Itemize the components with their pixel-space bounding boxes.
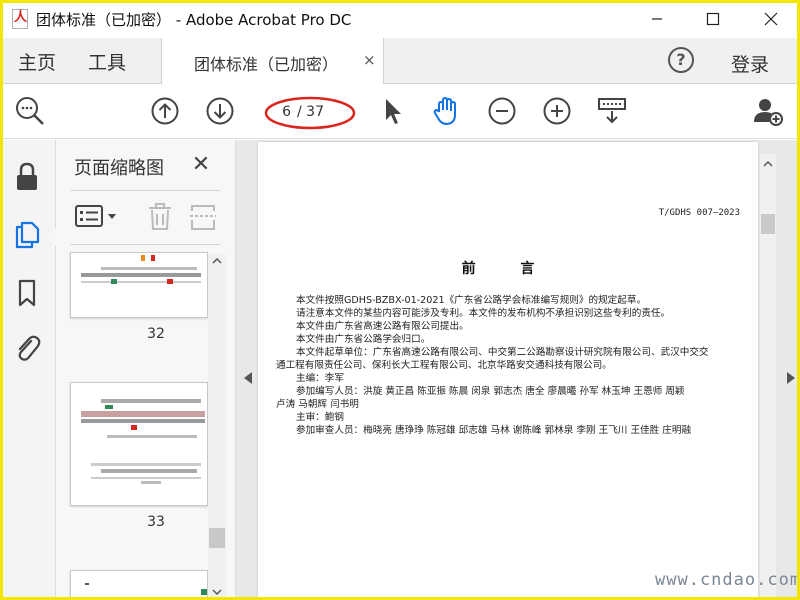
thumbnail-preview	[81, 399, 205, 484]
scroll-thumb	[209, 528, 225, 548]
page-thumbnail[interactable]	[70, 252, 208, 318]
maximize-button[interactable]	[690, 0, 736, 38]
zoom-search-icon[interactable]	[14, 95, 46, 127]
trash-icon[interactable]	[146, 202, 174, 236]
lock-icon[interactable]	[12, 162, 42, 192]
body-paragraph: 主编：李军	[296, 373, 344, 384]
tab-tools[interactable]: 工具	[88, 48, 126, 75]
active-panel-indicator	[47, 228, 56, 246]
acrobat-app-icon: 人	[10, 8, 32, 30]
attachment-icon[interactable]	[12, 333, 42, 363]
collapse-left-panel-icon[interactable]	[244, 372, 252, 384]
document-view[interactable]: T/GDHS 007—2023 前 言 本文件按照GDHS-BZBX-01-20…	[236, 140, 800, 600]
panel-tools	[70, 200, 220, 234]
body-paragraph: 参加编写人员：洪旋 黄正昌 陈亚振 陈晨 闵泉 郭志杰 唐全 廖晨曦 孙军 林玉…	[296, 386, 685, 397]
close-icon	[764, 12, 778, 26]
pdf-page: T/GDHS 007—2023 前 言 本文件按照GDHS-BZBX-01-20…	[258, 142, 758, 600]
share-user-icon[interactable]	[752, 95, 784, 127]
thumbnail-preview	[85, 583, 207, 595]
select-cursor-icon[interactable]	[376, 95, 408, 127]
zoom-out-icon[interactable]	[486, 95, 518, 127]
thumbnail-panel: 页面缩略图 ✕ 32 33	[56, 140, 236, 600]
maximize-icon	[706, 12, 720, 26]
body-paragraph: 主审：鲍钢	[296, 412, 344, 423]
page-thumbnail[interactable]	[70, 570, 208, 600]
body-paragraph: 本文件按照GDHS-BZBX-01-2021《广东省公路学会标准编写规则》的规定…	[296, 295, 647, 306]
thumbnail-page-number: 32	[147, 326, 165, 342]
crop-pages-icon[interactable]	[188, 202, 218, 236]
panel-divider	[70, 190, 220, 191]
body-paragraph: 卢涛 马朝辉 闫书明	[276, 399, 359, 410]
body-paragraph: 通工程有限责任公司、保利长大工程有限公司、北京华路安交通科技有限公司。	[276, 360, 612, 371]
panel-divider	[70, 244, 220, 245]
page-up-icon[interactable]	[149, 95, 181, 127]
watermark-text: www.cndao.com	[655, 570, 800, 590]
standard-number: T/GDHS 007—2023	[658, 208, 740, 218]
scroll-mode-icon[interactable]	[596, 95, 628, 127]
tab-home[interactable]: 主页	[18, 48, 56, 75]
toolbar: / 37	[0, 85, 800, 139]
thumbnail-page-number: 33	[147, 514, 165, 530]
thumbnail-scrollbar[interactable]	[208, 254, 226, 600]
window-title: 团体标准（已加密） - Adobe Acrobat Pro DC	[36, 10, 352, 29]
collapse-right-panel-icon[interactable]	[787, 372, 795, 384]
help-button[interactable]: ?	[668, 47, 694, 73]
scroll-up-icon	[212, 257, 222, 264]
page-thumbnail[interactable]	[70, 382, 208, 506]
hand-tool-icon[interactable]	[430, 95, 462, 127]
body-paragraph: 本文件起草单位：广东省高速公路有限公司、中交第二公路勘察设计研究院有限公司、武汉…	[296, 347, 709, 358]
left-rail	[0, 140, 56, 600]
login-button[interactable]: 登录	[731, 50, 769, 77]
body-paragraph: 参加审查人员：梅晓亮 唐琤琤 陈冠雄 邱志雄 马林 谢陈峰 郭林泉 李刚 王飞川…	[296, 425, 692, 436]
scroll-thumb[interactable]	[761, 214, 775, 234]
tab-document[interactable]: 团体标准（已加密） ×	[161, 38, 384, 84]
minimize-icon	[652, 18, 662, 20]
close-tab-button[interactable]: ×	[363, 51, 376, 69]
section-heading: 前 言	[461, 261, 555, 277]
tab-bar: 主页 工具 团体标准（已加密） × ? 登录	[0, 38, 800, 84]
thumbnail-options-icon[interactable]	[74, 204, 120, 234]
page-navigator: / 37	[267, 98, 357, 126]
title-bar: 人 团体标准（已加密） - Adobe Acrobat Pro DC	[0, 0, 800, 38]
scroll-up-icon	[763, 160, 773, 167]
document-tab-label: 团体标准（已加密）	[194, 55, 339, 74]
body-paragraph: 本文件由广东省公路学会归口。	[296, 334, 431, 345]
current-page-input[interactable]	[267, 101, 291, 123]
page-down-icon[interactable]	[204, 95, 236, 127]
panel-title: 页面缩略图	[74, 158, 164, 179]
document-scrollbar[interactable]	[760, 154, 776, 600]
page-thumbnails-icon[interactable]	[12, 220, 42, 250]
thumbnail-preview	[81, 255, 201, 284]
body-paragraph: 本文件由广东省高速公路有限公司提出。	[296, 321, 469, 332]
panel-close-button[interactable]: ✕	[188, 152, 214, 178]
minimize-button[interactable]	[634, 0, 680, 38]
scroll-down-icon	[212, 589, 222, 596]
total-pages: / 37	[297, 104, 324, 120]
bookmark-icon[interactable]	[12, 278, 42, 308]
body-paragraph: 请注意本文件的某些内容可能涉及专利。本文件的发布机构不承担识别这些专利的责任。	[296, 308, 671, 319]
zoom-in-icon[interactable]	[541, 95, 573, 127]
close-window-button[interactable]	[748, 0, 794, 38]
